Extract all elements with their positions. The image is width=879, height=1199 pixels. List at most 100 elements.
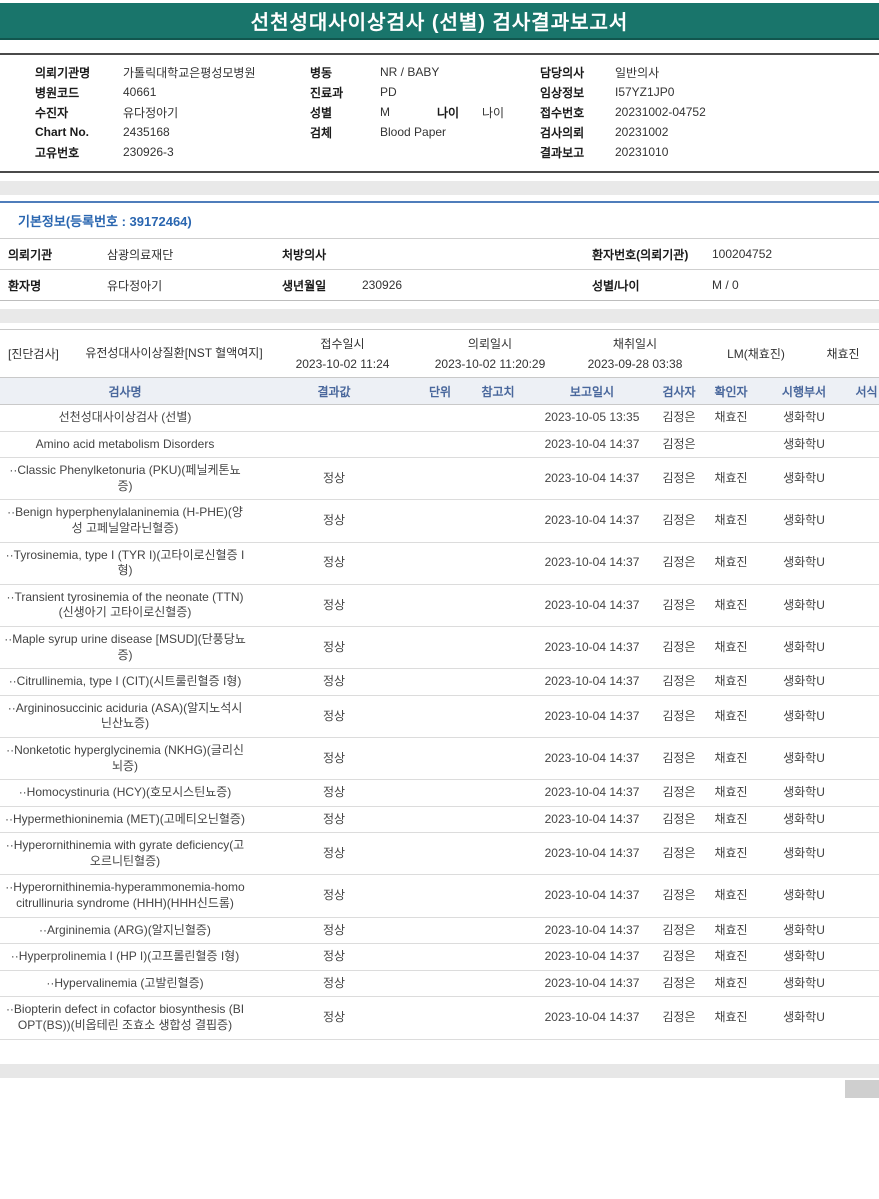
basic-info-title: 기본정보(등록번호 : 39172464) xyxy=(0,203,879,239)
result-cell-name: ··Biopterin defect in cofactor biosynthe… xyxy=(0,997,250,1039)
basic-info-row-1: 의뢰기관 삼광의료재단 처방의사 환자번호(의뢰기관) 100204752 xyxy=(0,239,879,270)
result-cell-form xyxy=(854,970,879,997)
result-cell-confirmer: 채효진 xyxy=(708,780,754,807)
result-cell-dept: 생화학U xyxy=(754,626,854,668)
result-row[interactable]: ··Argininemia (ARG)(알지닌혈증)정상2023-10-04 1… xyxy=(0,917,879,944)
result-row[interactable]: ··Benign hyperphenylalaninemia (H-PHE)(양… xyxy=(0,500,879,542)
result-cell-examiner: 김정은 xyxy=(650,917,708,944)
header-info-middle-column: 병동 NR / BABY 진료과 PD 성별 M 나이 나이 검체 Blood … xyxy=(310,62,540,162)
result-cell-confirmer: 채효진 xyxy=(708,669,754,696)
result-row[interactable]: ··Hyperprolinemia I (HP I)(고프롤린혈증 I형)정상2… xyxy=(0,944,879,971)
result-cell-confirmer xyxy=(708,431,754,458)
result-cell-unit xyxy=(418,695,462,737)
result-cell-ref xyxy=(462,458,534,500)
results-tbody: 선천성대사이상검사 (선별)2023-10-05 13:35김정은채효진생화학U… xyxy=(0,405,879,1040)
result-cell-reported: 2023-10-05 13:35 xyxy=(534,405,650,432)
result-cell-unit xyxy=(418,431,462,458)
result-row[interactable]: ··Argininosuccinic aciduria (ASA)(알지노석시닌… xyxy=(0,695,879,737)
col-header-examiner: 검사자 xyxy=(650,378,708,405)
result-row[interactable]: ··Tyrosinemia, type I (TYR I)(고타이로신혈증 I형… xyxy=(0,542,879,584)
result-cell-confirmer: 채효진 xyxy=(708,806,754,833)
field-label: 접수번호 xyxy=(540,104,615,121)
result-cell-confirmer: 채효진 xyxy=(708,584,754,626)
basic-info-sex-age-label: 성별/나이 xyxy=(592,277,712,294)
header-info-block: 의뢰기관명 가톨릭대학교은평성모병원 병원코드 40661 수진자 유다정아기 … xyxy=(0,53,879,173)
result-cell-name: Amino acid metabolism Disorders xyxy=(0,431,250,458)
result-cell-ref xyxy=(462,970,534,997)
result-cell-examiner: 김정은 xyxy=(650,695,708,737)
result-row[interactable]: ··Transient tyrosinemia of the neonate (… xyxy=(0,584,879,626)
result-cell-unit xyxy=(418,997,462,1039)
field-label: 나이 xyxy=(437,104,482,121)
info-row-requesting-hospital: 의뢰기관명 가톨릭대학교은평성모병원 xyxy=(35,62,310,82)
result-row[interactable]: ··Hyperornithinemia-hyperammonemia-homoc… xyxy=(0,875,879,917)
field-label: 수진자 xyxy=(35,104,123,121)
result-cell-form xyxy=(854,997,879,1039)
info-row-department: 진료과 PD xyxy=(310,82,540,102)
result-cell-dept: 생화학U xyxy=(754,500,854,542)
result-cell-result: 정상 xyxy=(250,458,418,500)
collection-datetime-value: 2023-09-28 03:38 xyxy=(565,357,705,371)
result-cell-name: ··Argininemia (ARG)(알지닌혈증) xyxy=(0,917,250,944)
basic-info-row-2: 환자명 유다정아기 생년월일 230926 성별/나이 M / 0 xyxy=(0,270,879,301)
result-cell-dept: 생화학U xyxy=(754,944,854,971)
result-row[interactable]: Amino acid metabolism Disorders 2023-10-0… xyxy=(0,431,879,458)
field-value: 유다정아기 xyxy=(123,104,178,121)
result-cell-ref xyxy=(462,669,534,696)
basic-info-patient-no-label: 환자번호(의뢰기관) xyxy=(592,246,712,263)
horizontal-scrollbar-track[interactable] xyxy=(0,1064,879,1078)
basic-info-requesting-org-value: 삼광의료재단 xyxy=(107,246,282,263)
field-label: Chart No. xyxy=(35,125,123,139)
result-cell-name: ··Benign hyperphenylalaninemia (H-PHE)(양… xyxy=(0,500,250,542)
result-row[interactable]: ··Hypervalinemia (고발린혈증)정상2023-10-04 14:… xyxy=(0,970,879,997)
result-cell-unit xyxy=(418,500,462,542)
result-cell-reported: 2023-10-04 14:37 xyxy=(534,431,650,458)
separator-band xyxy=(0,309,879,323)
result-row[interactable]: ··Hypermethioninemia (MET)(고메티오닌혈증)정상202… xyxy=(0,806,879,833)
result-cell-unit xyxy=(418,584,462,626)
field-value: 20231002 xyxy=(615,125,668,139)
result-cell-result: 정상 xyxy=(250,997,418,1039)
result-cell-result xyxy=(250,405,418,432)
result-row[interactable]: ··Maple syrup urine disease [MSUD](단풍당뇨증… xyxy=(0,626,879,668)
field-label: 병동 xyxy=(310,64,380,81)
result-cell-unit xyxy=(418,780,462,807)
result-cell-dept: 생화학U xyxy=(754,458,854,500)
result-cell-dept: 생화학U xyxy=(754,431,854,458)
result-cell-confirmer: 채효진 xyxy=(708,917,754,944)
result-cell-examiner: 김정은 xyxy=(650,405,708,432)
result-row[interactable]: ··Biopterin defect in cofactor biosynthe… xyxy=(0,997,879,1039)
result-row[interactable]: ··Homocystinuria (HCY)(호모시스틴뇨증)정상2023-10… xyxy=(0,780,879,807)
col-header-unit: 단위 xyxy=(418,378,462,405)
scrollbar-corner-button[interactable] xyxy=(845,1080,879,1098)
result-cell-ref xyxy=(462,626,534,668)
field-value: 20231010 xyxy=(615,145,668,159)
receipt-datetime-value: 2023-10-02 11:24 xyxy=(270,357,415,371)
col-header-department: 시행부서 xyxy=(754,378,854,405)
collection-datetime-label: 채취일시 xyxy=(565,335,705,352)
header-info-left-column: 의뢰기관명 가톨릭대학교은평성모병원 병원코드 40661 수진자 유다정아기 … xyxy=(0,62,310,162)
result-cell-dept: 생화학U xyxy=(754,695,854,737)
result-cell-form xyxy=(854,737,879,779)
result-row[interactable]: ··Nonketotic hyperglycinemia (NKHG)(글리신뇌… xyxy=(0,737,879,779)
info-row-accession-no: 접수번호 20231002-04752 xyxy=(540,102,879,122)
info-row-specimen: 검체 Blood Paper xyxy=(310,122,540,142)
field-label: 의뢰기관명 xyxy=(35,64,123,81)
result-cell-form xyxy=(854,780,879,807)
result-cell-reported: 2023-10-04 14:37 xyxy=(534,669,650,696)
result-row[interactable]: ··Classic Phenylketonuria (PKU)(페닐케톤뇨증)정… xyxy=(0,458,879,500)
result-cell-confirmer: 채효진 xyxy=(708,970,754,997)
result-cell-dept: 생화학U xyxy=(754,970,854,997)
request-datetime-label: 의뢰일시 xyxy=(415,335,565,352)
result-row[interactable]: 선천성대사이상검사 (선별)2023-10-05 13:35김정은채효진생화학U xyxy=(0,405,879,432)
result-cell-dept: 생화학U xyxy=(754,542,854,584)
diagnosis-tag: [진단검사] xyxy=(0,345,78,362)
result-row[interactable]: ··Hyperornithinemia with gyrate deficien… xyxy=(0,833,879,875)
result-cell-form xyxy=(854,695,879,737)
result-cell-dept: 생화학U xyxy=(754,405,854,432)
field-value: 나이 xyxy=(482,104,504,121)
result-cell-result: 정상 xyxy=(250,780,418,807)
result-row[interactable]: ··Citrullinemia, type I (CIT)(시트룰린혈증 I형)… xyxy=(0,669,879,696)
basic-info-birth-date-value: 230926 xyxy=(362,278,592,292)
result-cell-confirmer: 채효진 xyxy=(708,997,754,1039)
